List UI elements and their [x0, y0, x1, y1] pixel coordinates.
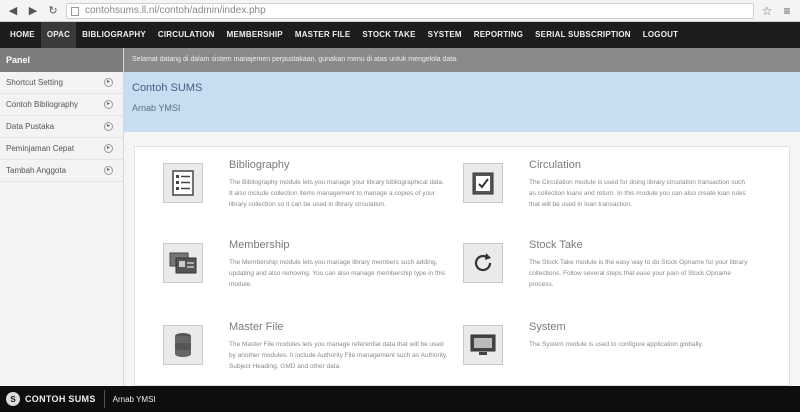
module-bibliography[interactable]: Bibliography The Bibliography module let…: [149, 159, 449, 229]
sidebar-item-label: Shortcut Setting: [6, 78, 63, 87]
footer-user[interactable]: Arnab YMSI: [113, 395, 156, 404]
menu-item-opac[interactable]: OPAC: [40, 22, 77, 48]
back-arrow-icon[interactable]: ◀: [6, 4, 20, 18]
menu-item-master-file[interactable]: Master File: [289, 22, 357, 48]
sidebar-item-label: Tambah Anggota: [6, 166, 67, 175]
footer-bar: S CONTOH SUMS Arnab YMSI: [0, 386, 800, 412]
sidebar-item-shortcut-setting[interactable]: Shortcut Setting ▸: [0, 72, 123, 94]
monitor-icon: [463, 325, 503, 365]
module-panel: Bibliography The Bibliography module let…: [134, 146, 790, 386]
chevron-right-icon: ▸: [104, 78, 113, 87]
sidebar: Panel Shortcut Setting ▸ Contoh Bibliogr…: [0, 48, 124, 386]
module-description: The Membership module lets you manage li…: [229, 259, 446, 288]
menu-icon[interactable]: ≡: [780, 4, 794, 18]
address-bar-text: contohsums.ll.nl/contoh/admin/index.php: [85, 4, 266, 16]
menu-item-serial-subscription[interactable]: Serial Subscription: [529, 22, 637, 48]
address-bar[interactable]: contohsums.ll.nl/contoh/admin/index.php: [66, 2, 754, 19]
menu-item-system[interactable]: System: [422, 22, 468, 48]
menu-item-stock-take[interactable]: Stock Take: [356, 22, 421, 48]
module-title[interactable]: Circulation: [529, 159, 581, 171]
module-circulation[interactable]: Circulation The Circulation module is us…: [449, 159, 749, 229]
menu-item-reporting[interactable]: Reporting: [468, 22, 529, 48]
sidebar-item-label: Contoh Bibliography: [6, 100, 79, 109]
menu-item-circulation[interactable]: Circulation: [152, 22, 221, 48]
module-description: The Circulation module is used for doing…: [529, 179, 746, 208]
module-title[interactable]: Master File: [229, 321, 283, 333]
module-master-file[interactable]: Master File The Master File modules lets…: [149, 321, 449, 391]
page-icon: [71, 6, 79, 16]
chevron-right-icon: ▸: [104, 122, 113, 131]
member-cards-icon: [163, 243, 203, 283]
refresh-cycle-icon: [463, 243, 503, 283]
module-description: The System module is used to configure a…: [529, 341, 704, 348]
sidebar-item-label: Data Pustaka: [6, 122, 55, 131]
menu-item-home[interactable]: Home: [4, 22, 41, 48]
logo-icon: S: [6, 392, 20, 406]
browser-toolbar: ◀ ▶ ↻ contohsums.ll.nl/contoh/admin/inde…: [0, 0, 800, 22]
menu-item-logout[interactable]: Logout: [637, 22, 684, 48]
chevron-right-icon: ▸: [104, 100, 113, 109]
module-membership[interactable]: Membership The Membership module lets yo…: [149, 239, 449, 309]
module-stock-take[interactable]: Stock Take The Stock Take module is the …: [449, 239, 749, 309]
sidebar-item-contoh-bibliography[interactable]: Contoh Bibliography ▸: [0, 94, 123, 116]
star-icon[interactable]: ☆: [760, 4, 774, 18]
user-subtitle: Arnab YMSI: [132, 103, 181, 113]
welcome-banner: Contoh SUMS Arnab YMSI: [124, 72, 800, 132]
main-menu: Home OPAC Bibliography Circulation Membe…: [0, 22, 800, 48]
info-notice: Selamat datang di dalam sistem manajemen…: [124, 48, 800, 72]
divider: [103, 390, 105, 408]
chevron-right-icon: ▸: [104, 166, 113, 175]
module-system[interactable]: System The System module is used to conf…: [449, 321, 749, 391]
database-icon: [163, 325, 203, 365]
chevron-right-icon: ▸: [104, 144, 113, 153]
footer-brand: CONTOH SUMS: [25, 394, 96, 404]
menu-item-membership[interactable]: Membership: [221, 22, 289, 48]
sidebar-item-data-pustaka[interactable]: Data Pustaka ▸: [0, 116, 123, 138]
forward-arrow-icon[interactable]: ▶: [26, 4, 40, 18]
reload-icon[interactable]: ↻: [46, 4, 60, 18]
sidebar-item-tambah-anggota[interactable]: Tambah Anggota ▸: [0, 160, 123, 182]
module-title[interactable]: System: [529, 321, 566, 333]
list-document-icon: [163, 163, 203, 203]
menu-item-bibliography[interactable]: Bibliography: [76, 22, 152, 48]
module-description: The Master File modules lets you manage …: [229, 341, 448, 370]
sidebar-header: Panel: [0, 48, 123, 72]
module-title[interactable]: Membership: [229, 239, 290, 251]
module-description: The Stock Take module is the easy way to…: [529, 259, 748, 288]
checklist-icon: [463, 163, 503, 203]
module-title[interactable]: Bibliography: [229, 159, 290, 171]
site-title: Contoh SUMS: [132, 82, 203, 94]
module-description: The Bibliography module lets you manage …: [229, 179, 444, 208]
sidebar-item-label: Peminjaman Cepat: [6, 144, 75, 153]
main-content: Selamat datang di dalam sistem manajemen…: [124, 48, 800, 386]
sidebar-item-peminjaman-cepat[interactable]: Peminjaman Cepat ▸: [0, 138, 123, 160]
module-title[interactable]: Stock Take: [529, 239, 583, 251]
